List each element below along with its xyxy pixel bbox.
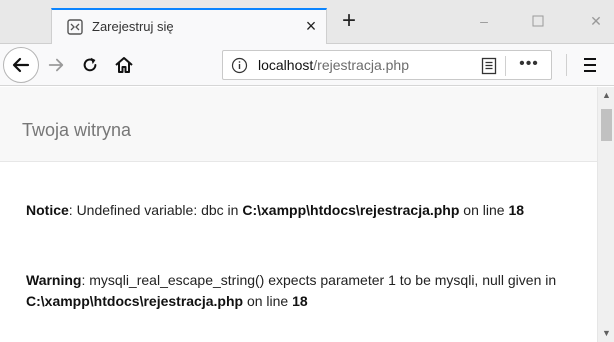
php-notice: Notice: Undefined variable: dbc in C:\xa…	[26, 200, 586, 221]
warning-text: : mysqli_real_escape_string() expects pa…	[81, 272, 557, 288]
new-tab-button[interactable]: +	[335, 8, 363, 36]
maximize-button[interactable]	[525, 8, 551, 34]
menu-button[interactable]	[574, 50, 606, 80]
forward-arrow-icon	[48, 58, 64, 72]
tab-close-icon[interactable]: ×	[300, 15, 322, 37]
reload-button[interactable]	[74, 49, 106, 81]
vertical-scrollbar[interactable]: ▲ ▼	[597, 87, 614, 342]
home-icon	[115, 57, 133, 73]
page-actions-button[interactable]: •••	[511, 55, 547, 75]
site-brand[interactable]: Twoja witryna	[22, 120, 131, 141]
notice-file: C:\xampp\htdocs\rejestracja.php	[242, 202, 460, 218]
warning-line-number: 18	[292, 293, 308, 309]
back-arrow-icon	[12, 57, 30, 73]
page-viewport: Twoja witryna Notice: Undefined variable…	[0, 87, 597, 342]
nav-toolbar: localhost/rejestracja.php •••	[0, 44, 614, 86]
hamburger-icon	[584, 58, 596, 72]
php-warning: Warning: mysqli_real_escape_string() exp…	[26, 270, 586, 312]
scroll-down-icon[interactable]: ▼	[598, 325, 614, 342]
warning-label: Warning	[26, 272, 82, 288]
url-bar-divider	[505, 56, 506, 76]
tab-strip: Zarejestruj się × + – ✕	[0, 0, 614, 45]
scroll-up-icon[interactable]: ▲	[598, 87, 614, 104]
notice-on-line: on line	[459, 202, 509, 218]
tab-active[interactable]: Zarejestruj się ×	[51, 8, 327, 45]
home-button[interactable]	[108, 49, 140, 81]
info-icon[interactable]	[231, 57, 248, 74]
url-bar[interactable]: localhost/rejestracja.php •••	[222, 50, 552, 80]
url-fade	[441, 53, 471, 77]
maximize-icon	[532, 15, 544, 27]
url-path: /rejestracja.php	[313, 57, 409, 73]
scroll-thumb[interactable]	[601, 109, 612, 141]
notice-label: Notice	[26, 202, 69, 218]
toolbar-divider	[566, 54, 567, 76]
url-host: localhost	[258, 57, 314, 73]
notice-text: : Undefined variable: dbc in	[68, 202, 243, 218]
url-text[interactable]: localhost/rejestracja.php	[258, 57, 466, 73]
notice-line-number: 18	[508, 202, 525, 218]
page-icon	[67, 19, 83, 35]
back-button[interactable]	[3, 47, 39, 83]
site-navbar: Twoja witryna	[0, 87, 597, 162]
warning-on-line: on line	[243, 293, 293, 309]
tab-title: Zarejestruj się	[92, 19, 174, 34]
forward-button[interactable]	[40, 49, 72, 81]
warning-file: C:\xampp\htdocs\rejestracja.php	[26, 293, 244, 309]
minimize-button[interactable]: –	[471, 8, 497, 34]
reader-view-icon[interactable]	[481, 57, 497, 75]
reload-icon	[83, 57, 97, 72]
close-window-button[interactable]: ✕	[583, 8, 609, 34]
